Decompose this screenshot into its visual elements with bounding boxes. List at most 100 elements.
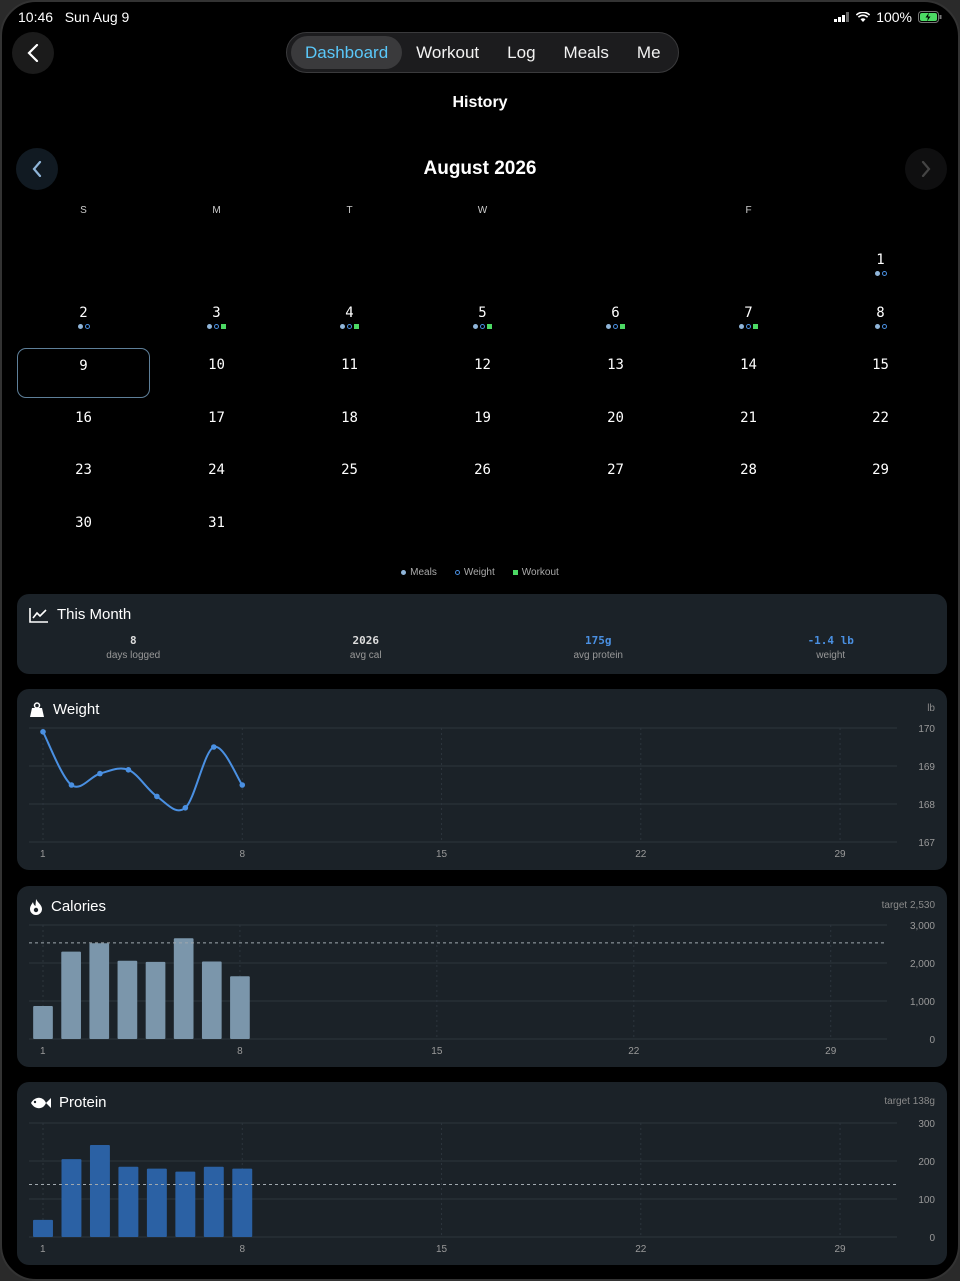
meal-marker-icon [606, 323, 611, 329]
x-tick-label: 15 [436, 1244, 448, 1255]
bar [230, 976, 250, 1039]
calendar-day[interactable]: 29 [814, 453, 947, 503]
calendar-day[interactable]: 3 [150, 296, 283, 346]
stat-label: weight [816, 650, 846, 661]
day-markers [814, 376, 947, 382]
day-markers [17, 481, 150, 487]
nav-tab-bar: Dashboard Workout Log Meals Me [286, 32, 679, 73]
day-markers [682, 323, 815, 330]
x-tick-label: 22 [628, 1046, 640, 1057]
day-markers [283, 376, 416, 382]
calendar-day[interactable]: 16 [17, 401, 150, 451]
stat-value: 2026 [352, 634, 380, 647]
bar [33, 1219, 53, 1237]
day-number: 27 [607, 462, 624, 478]
x-tick-label: 29 [835, 1244, 847, 1255]
stat-avg-cal: 2026 avg cal [250, 634, 483, 661]
calendar-day[interactable]: 1 [814, 243, 947, 293]
next-month-button[interactable] [905, 148, 947, 190]
day-number: 14 [740, 357, 757, 373]
day-number: 23 [75, 462, 92, 478]
y-tick-label: 170 [918, 724, 935, 735]
workout-marker-icon [753, 323, 758, 329]
x-tick-label: 8 [237, 1046, 243, 1057]
tab-dashboard[interactable]: Dashboard [291, 36, 403, 69]
tab-workout[interactable]: Workout [402, 36, 493, 69]
chevron-left-icon [27, 44, 39, 62]
day-markers [814, 271, 947, 277]
calendar-day[interactable]: 19 [416, 401, 549, 451]
day-number: 13 [607, 357, 624, 373]
y-tick-label: 2,000 [910, 959, 935, 970]
calendar-day[interactable]: 31 [150, 506, 283, 556]
x-tick-label: 29 [835, 849, 847, 860]
calendar-day[interactable]: 10 [150, 348, 283, 398]
chevron-right-icon [921, 161, 931, 177]
meal-marker-icon [340, 323, 345, 329]
bar [118, 1166, 139, 1237]
calendar-day[interactable]: 4 [283, 296, 416, 346]
calendar-day[interactable]: 22 [814, 401, 947, 451]
stat-weight-change: -1.4 lb weight [715, 634, 948, 661]
month-title: August 2026 [423, 158, 537, 179]
calendar-day[interactable]: 13 [549, 348, 682, 398]
calendar-day[interactable]: 21 [682, 401, 815, 451]
y-tick-label: 0 [929, 1233, 935, 1244]
calendar-day[interactable]: 26 [416, 453, 549, 503]
weekday-label: M [212, 205, 221, 216]
calendar-day[interactable]: 6 [549, 296, 682, 346]
calendar-day[interactable]: 17 [150, 401, 283, 451]
tab-me[interactable]: Me [623, 36, 675, 69]
x-tick-label: 1 [40, 849, 46, 860]
x-tick-label: 15 [431, 1046, 443, 1057]
calendar-day[interactable]: 8 [814, 296, 947, 346]
calendar-day[interactable]: 23 [17, 453, 150, 503]
weight-marker-icon [881, 323, 887, 329]
day-number: 16 [75, 409, 92, 426]
day-markers [283, 429, 416, 435]
day-markers [549, 323, 682, 330]
tab-meals[interactable]: Meals [550, 36, 623, 69]
calendar-day[interactable]: 28 [682, 453, 815, 503]
calendar-day[interactable]: 14 [682, 348, 815, 398]
day-markers [150, 481, 283, 487]
weight-marker-icon [214, 323, 219, 329]
calendar-day[interactable]: 24 [150, 453, 283, 503]
calendar-day[interactable]: 25 [283, 453, 416, 503]
calendar-day[interactable]: 2 [17, 296, 150, 346]
calendar-day[interactable]: 11 [283, 348, 416, 398]
weight-marker-icon [613, 323, 618, 329]
weight-marker-icon [746, 323, 751, 329]
day-number: 20 [607, 409, 624, 426]
day-markers [416, 323, 549, 330]
day-markers [17, 534, 150, 540]
y-tick-label: 1,000 [910, 997, 935, 1008]
calendar-day[interactable]: 30 [17, 506, 150, 556]
this-month-title: This Month [57, 606, 132, 623]
weekday-label: T [346, 205, 353, 216]
calendar-day[interactable]: 9 [17, 348, 150, 398]
calendar-day[interactable]: 20 [549, 401, 682, 451]
calendar-day[interactable]: 18 [283, 401, 416, 451]
calendar-day[interactable]: 5 [416, 296, 549, 346]
calendar-day[interactable]: 15 [814, 348, 947, 398]
weight-line [42, 731, 244, 812]
meal-marker-icon [473, 323, 478, 329]
meal-marker-icon [77, 323, 83, 329]
tab-log[interactable]: Log [493, 36, 549, 69]
day-markers [283, 481, 416, 487]
back-button[interactable] [12, 32, 54, 74]
weight-marker-icon [480, 323, 485, 329]
bar [173, 938, 194, 1039]
calendar-day[interactable]: 12 [416, 348, 549, 398]
day-number: 9 [79, 358, 88, 374]
day-markers [416, 429, 549, 435]
day-number: 19 [474, 409, 491, 426]
legend-workout-label: Workout [521, 567, 559, 578]
meal-dot-icon [401, 570, 407, 575]
weekday-label: F [745, 205, 752, 216]
day-markers [416, 481, 549, 487]
x-tick-label: 8 [239, 849, 245, 860]
calendar-day[interactable]: 7 [682, 296, 815, 346]
calendar-day[interactable]: 27 [549, 453, 682, 503]
